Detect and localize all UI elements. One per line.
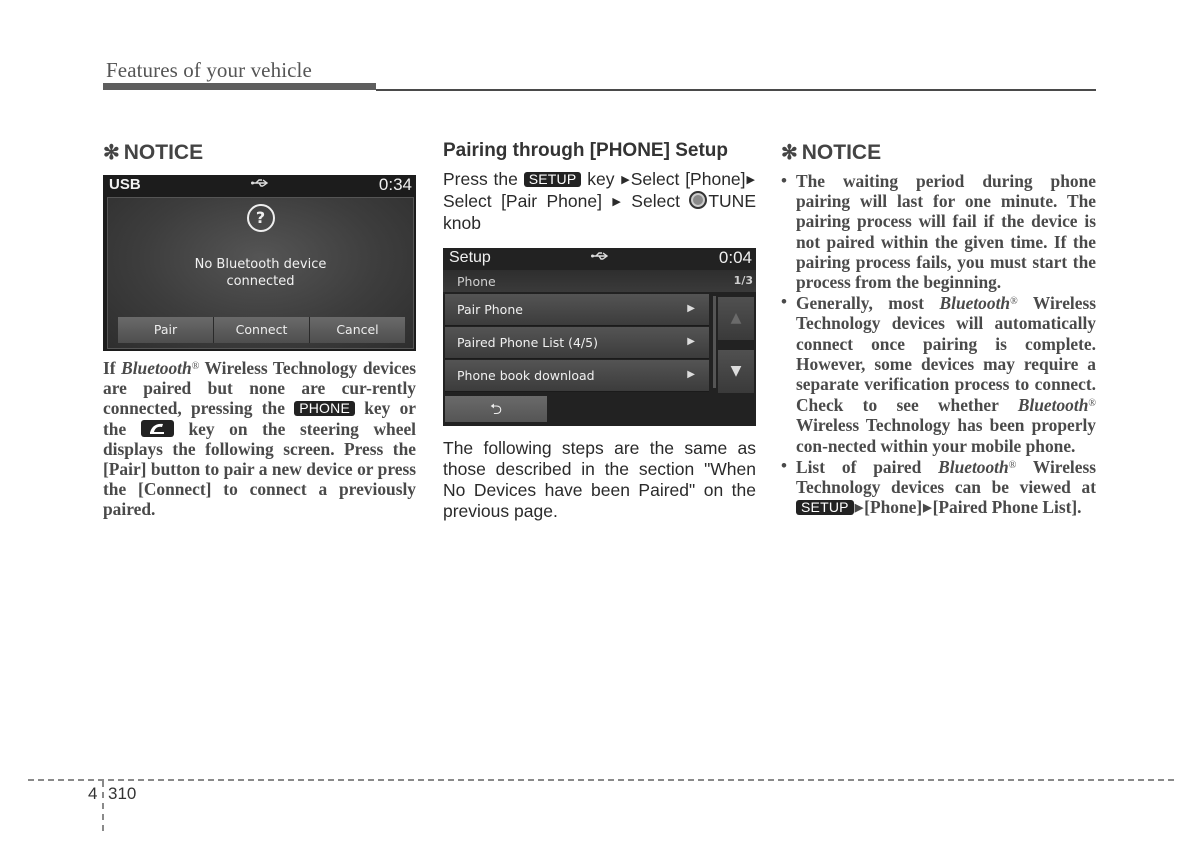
- usb-icon: [590, 250, 609, 264]
- menu-item-pair-phone[interactable]: Pair Phone ▶: [445, 294, 709, 326]
- text: Generally, most: [796, 293, 940, 314]
- right-column: ✻ NOTICE • The waiting period during pho…: [781, 138, 1096, 518]
- dialog-message: No Bluetooth device connected: [108, 256, 413, 290]
- menu-item-phone-book-download[interactable]: Phone book download ▶: [445, 360, 709, 392]
- submenu-bar: Phone 1/3: [443, 270, 756, 292]
- notice-title: NOTICE: [801, 140, 882, 164]
- text: Select: [621, 191, 690, 211]
- notice-heading: ✻ NOTICE: [103, 140, 416, 165]
- footer-rule: [28, 779, 1174, 781]
- connect-button[interactable]: Connect: [214, 317, 310, 343]
- header-rule-thick: [103, 83, 376, 90]
- section-header-title: Features of your vehicle: [106, 58, 312, 82]
- back-button[interactable]: ⮌: [445, 396, 547, 422]
- clock: 0:34: [378, 175, 412, 194]
- setup-phone-screen: Setup 0:04 Phone 1/3 Pair Phone ▶ Paired…: [443, 248, 756, 426]
- scroll-up-button[interactable]: ▲: [718, 297, 754, 340]
- tune-knob-icon: [689, 191, 708, 209]
- notice-bullet: • The waiting period during phone pairin…: [781, 171, 1096, 292]
- text: Select [Pair Phone]: [443, 191, 612, 211]
- arrow-right-icon: ▶: [612, 196, 621, 208]
- menu-item-label: Pair Phone: [457, 302, 523, 317]
- pairing-heading: Pairing through [PHONE] Setup: [443, 140, 728, 161]
- call-key-icon: [140, 419, 174, 437]
- cancel-button[interactable]: Cancel: [310, 317, 405, 343]
- bluetooth-term: Bluetooth: [1017, 395, 1089, 416]
- arrow-right-icon: ▶: [923, 502, 932, 515]
- pairing-explanation: If Bluetooth® Wireless Technology device…: [103, 357, 416, 520]
- page-number: 310: [108, 784, 137, 803]
- chevron-right-icon: ▶: [687, 369, 695, 380]
- menu-item-paired-phone-list[interactable]: Paired Phone List (4/5) ▶: [445, 327, 709, 359]
- following-steps-text: The following steps are the same as thos…: [443, 438, 756, 521]
- dialog-buttons: Pair Connect Cancel: [118, 317, 405, 343]
- middle-column: Pairing through [PHONE] Setup Press the …: [443, 138, 756, 522]
- bluetooth-term: Bluetooth: [938, 456, 1009, 477]
- notice-heading: ✻ NOTICE: [781, 140, 1096, 165]
- back-icon: ⮌: [489, 400, 502, 418]
- notice-star-icon: ✻: [781, 142, 798, 164]
- message-line-2: connected: [226, 274, 295, 289]
- usb-icon: [250, 177, 269, 191]
- bullet-text: List of paired Bluetooth® Wireless Techn…: [796, 456, 1096, 519]
- pair-button[interactable]: Pair: [118, 317, 214, 343]
- status-bar: Setup 0:04: [443, 248, 756, 268]
- screen-title: Setup: [449, 249, 491, 266]
- arrow-right-icon: ▶: [746, 174, 755, 186]
- arrow-right-icon: ▶: [854, 502, 864, 515]
- footer-divider: [102, 781, 104, 831]
- setup-key-badge: SETUP: [523, 172, 582, 187]
- text: If: [103, 358, 122, 378]
- scrollbar[interactable]: [713, 296, 716, 388]
- text: key: [581, 169, 621, 189]
- pairing-instructions: Press the SETUP key ▶Select [Phone]▶Sele…: [443, 169, 756, 234]
- bluetooth-term: Bluetooth: [939, 293, 1011, 314]
- left-column: ✻ NOTICE USB 0:34 ? No Bluetooth device …: [103, 138, 416, 520]
- submenu-label: Phone: [457, 274, 496, 289]
- page-indicator: 1/3: [733, 274, 753, 287]
- text: Wireless Technology has been properly co…: [796, 415, 1096, 456]
- notice-bullet: • List of paired Bluetooth® Wireless Tec…: [781, 456, 1096, 519]
- menu-item-label: Paired Phone List (4/5): [457, 335, 598, 350]
- chapter-number: 4: [88, 784, 98, 803]
- text: Press the: [443, 169, 524, 189]
- notice-star-icon: ✻: [103, 142, 120, 164]
- menu-item-label: Phone book download: [457, 368, 595, 383]
- message-line-1: No Bluetooth device: [194, 257, 327, 272]
- text: List of paired: [796, 456, 939, 477]
- text: Select [Phone]: [630, 169, 746, 189]
- registered-mark: ®: [1088, 398, 1096, 410]
- phone-key-badge: PHONE: [294, 401, 355, 417]
- chevron-right-icon: ▶: [687, 336, 695, 347]
- no-device-screen: USB 0:34 ? No Bluetooth device connected…: [103, 175, 416, 351]
- bullet-icon: •: [781, 292, 787, 312]
- text: [Paired Phone List].: [932, 497, 1082, 518]
- setup-key-badge: SETUP: [796, 500, 854, 516]
- clock: 0:04: [718, 248, 752, 267]
- source-label: USB: [109, 176, 141, 193]
- question-icon: ?: [246, 204, 275, 232]
- bluetooth-term: Bluetooth: [121, 358, 192, 378]
- registered-mark: ®: [1010, 296, 1018, 308]
- notice-title: NOTICE: [123, 140, 204, 164]
- text: [Phone]: [864, 497, 923, 518]
- status-bar: USB 0:34: [103, 175, 416, 195]
- dialog-panel: ? No Bluetooth device connected Pair Con…: [107, 197, 414, 349]
- header-rule-thin: [376, 89, 1096, 91]
- bullet-text: The waiting period during phone pairing …: [796, 171, 1096, 293]
- arrow-right-icon: ▶: [621, 174, 630, 186]
- bullet-icon: •: [781, 171, 787, 190]
- notice-bullet: • Generally, most Bluetooth® Wireless Te…: [781, 292, 1096, 456]
- scroll-down-button[interactable]: ▼: [718, 350, 754, 393]
- chevron-right-icon: ▶: [687, 303, 695, 314]
- bullet-icon: •: [781, 455, 787, 475]
- bullet-text: Generally, most Bluetooth® Wireless Tech…: [796, 292, 1096, 456]
